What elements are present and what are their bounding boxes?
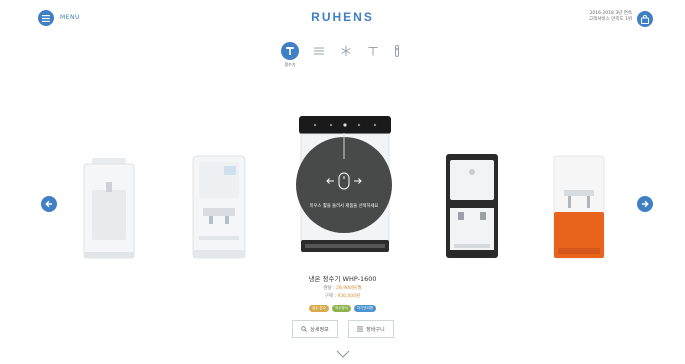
- award-notice: 2016·2018 3년 연속 고객서비스 만족도 1위: [589, 11, 632, 23]
- tab-water-purifier[interactable]: [281, 42, 299, 60]
- filter-icon: [395, 45, 399, 57]
- magnifier-icon: [301, 326, 308, 332]
- product-name: 냉온 정수기 WHP-1600: [308, 275, 377, 283]
- product-item[interactable]: [187, 152, 251, 262]
- lines-icon: [314, 47, 324, 55]
- brand-logo[interactable]: RUHENS: [0, 10, 685, 24]
- rental-label: 렌탈 :: [323, 286, 335, 291]
- rental-value: 29,900원/월: [336, 286, 362, 291]
- list-icon: [357, 326, 364, 332]
- carousel-prev-button[interactable]: [41, 196, 57, 212]
- detail-button[interactable]: 상세정보: [292, 320, 338, 338]
- carousel-next-button[interactable]: [637, 196, 653, 212]
- product-image: [553, 155, 605, 259]
- add-to-cart-button[interactable]: 장바구니: [348, 320, 394, 338]
- purchase-label: 구매 :: [324, 294, 337, 299]
- detail-button-label: 상세정보: [310, 326, 329, 333]
- tab-air-purifier[interactable]: [310, 42, 328, 60]
- rental-price: 렌탈 : 29,900원/월: [0, 285, 685, 291]
- add-to-cart-label: 장바구니: [366, 326, 385, 333]
- tab-ice-maker[interactable]: [337, 42, 355, 60]
- product-image: [83, 158, 135, 259]
- snowflake-icon: [341, 46, 351, 56]
- tab-filter[interactable]: [388, 42, 406, 60]
- feature-tag: 직수방식: [332, 305, 351, 312]
- selection-overlay: [296, 133, 392, 233]
- product-image: [192, 155, 246, 259]
- overlay-instruction: 미우스 휠을 돌려서 제품을 선택하세요: [309, 204, 379, 209]
- chevron-down-icon[interactable]: [336, 350, 350, 358]
- bag-icon: [641, 14, 649, 24]
- purchase-value: 930,000원: [337, 294, 361, 299]
- award-notice-line2: 고객서비스 만족도 1위: [589, 17, 632, 22]
- feature-tag: 자가관리형: [353, 305, 376, 312]
- feature-tag: 냉수·온수: [309, 305, 329, 312]
- feature-tags: 냉수·온수 직수방식 자가관리형: [0, 305, 685, 312]
- cart-button[interactable]: [637, 11, 653, 27]
- product-image: [446, 154, 498, 258]
- product-item[interactable]: [548, 152, 610, 262]
- arrow-right-icon: [642, 200, 649, 208]
- arrow-left-icon: [45, 200, 52, 208]
- tab-water-purifier-label: 정수기: [284, 62, 296, 67]
- product-item[interactable]: [440, 152, 504, 262]
- purifier-icon: [286, 47, 294, 55]
- faucet-icon: [368, 47, 378, 56]
- tab-faucet[interactable]: [364, 42, 382, 60]
- purchase-price: 구매 : 930,000원: [0, 293, 685, 299]
- product-item[interactable]: [78, 152, 140, 262]
